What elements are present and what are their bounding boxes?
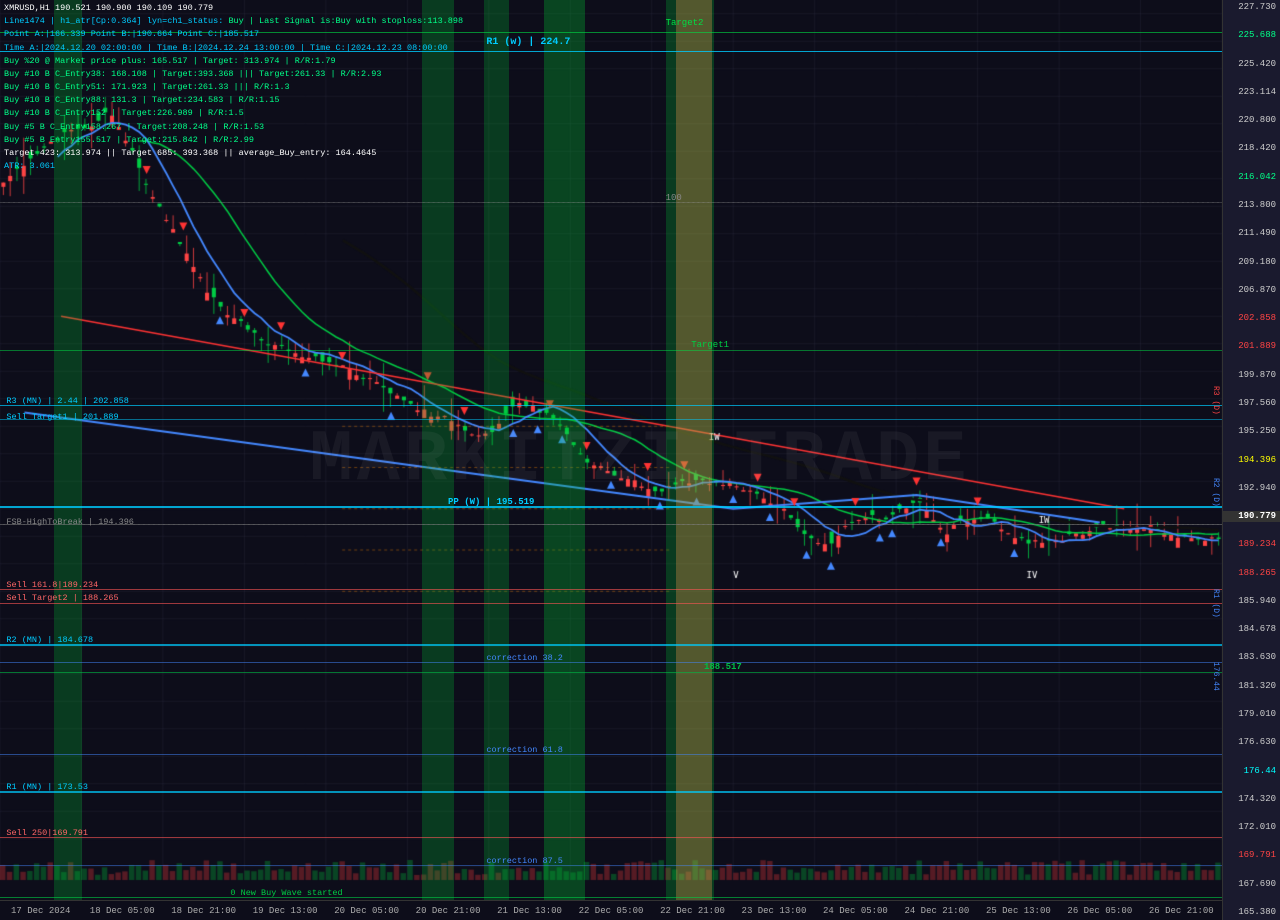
price-18826: 188.265 bbox=[1223, 568, 1280, 579]
price-22311: 223.114 bbox=[1223, 87, 1280, 98]
price-19439: 194.396 bbox=[1223, 455, 1280, 466]
time-12: 25 Dec 13:00 bbox=[978, 906, 1059, 916]
time-8: 22 Dec 21:00 bbox=[652, 906, 733, 916]
time-14: 26 Dec 21:00 bbox=[1141, 906, 1222, 916]
time-6: 21 Dec 13:00 bbox=[489, 906, 570, 916]
price-18363: 183.630 bbox=[1223, 652, 1280, 663]
main-chart-canvas bbox=[0, 0, 1222, 900]
time-1: 18 Dec 05:00 bbox=[81, 906, 162, 916]
time-5: 20 Dec 21:00 bbox=[407, 906, 488, 916]
price-21604: 216.042 bbox=[1223, 172, 1280, 183]
price-21842: 218.420 bbox=[1223, 143, 1280, 154]
price-22773: 227.730 bbox=[1223, 2, 1280, 13]
price-17663: 176.630 bbox=[1223, 737, 1280, 748]
price-18467: 184.678 bbox=[1223, 624, 1280, 635]
price-21380: 213.800 bbox=[1223, 200, 1280, 211]
price-17901: 179.010 bbox=[1223, 709, 1280, 720]
price-22542: 225.420 bbox=[1223, 59, 1280, 70]
price-22080: 220.800 bbox=[1223, 115, 1280, 126]
time-10: 24 Dec 05:00 bbox=[815, 906, 896, 916]
price-18132: 181.320 bbox=[1223, 681, 1280, 692]
price-19525: 195.250 bbox=[1223, 426, 1280, 437]
price-18594: 185.940 bbox=[1223, 596, 1280, 607]
time-11: 24 Dec 21:00 bbox=[896, 906, 977, 916]
price-20188: 201.889 bbox=[1223, 341, 1280, 352]
price-19294: 192.940 bbox=[1223, 483, 1280, 494]
time-axis: 17 Dec 2024 18 Dec 05:00 18 Dec 21:00 19… bbox=[0, 900, 1222, 920]
price-21149: 211.490 bbox=[1223, 228, 1280, 239]
time-13: 26 Dec 05:00 bbox=[1059, 906, 1140, 916]
price-19077: 190.779 bbox=[1223, 511, 1280, 522]
time-4: 20 Dec 05:00 bbox=[326, 906, 407, 916]
price-17644: 176.44 bbox=[1223, 766, 1280, 777]
price-19987: 199.870 bbox=[1223, 370, 1280, 381]
price-20285: 202.858 bbox=[1223, 313, 1280, 324]
time-2: 18 Dec 21:00 bbox=[163, 906, 244, 916]
time-3: 19 Dec 13:00 bbox=[244, 906, 325, 916]
price-17432: 174.320 bbox=[1223, 794, 1280, 805]
time-9: 23 Dec 13:00 bbox=[733, 906, 814, 916]
price-18923: 189.234 bbox=[1223, 539, 1280, 550]
price-19756: 197.560 bbox=[1223, 398, 1280, 409]
price-16979: 169.791 bbox=[1223, 850, 1280, 861]
price-17201: 172.010 bbox=[1223, 822, 1280, 833]
price-20687: 206.870 bbox=[1223, 285, 1280, 296]
price-axis: 227.730 225.688 225.420 223.114 220.800 … bbox=[1222, 0, 1280, 920]
time-0: 17 Dec 2024 bbox=[0, 906, 81, 916]
price-22568: 225.688 bbox=[1223, 30, 1280, 41]
time-7: 22 Dec 05:00 bbox=[570, 906, 651, 916]
price-16538: 165.380 bbox=[1223, 907, 1280, 918]
price-16769: 167.690 bbox=[1223, 879, 1280, 890]
price-20918: 209.180 bbox=[1223, 257, 1280, 268]
chart-container: MARKITZI TRADE R1 (w) | 224.7 Target2 10… bbox=[0, 0, 1280, 920]
